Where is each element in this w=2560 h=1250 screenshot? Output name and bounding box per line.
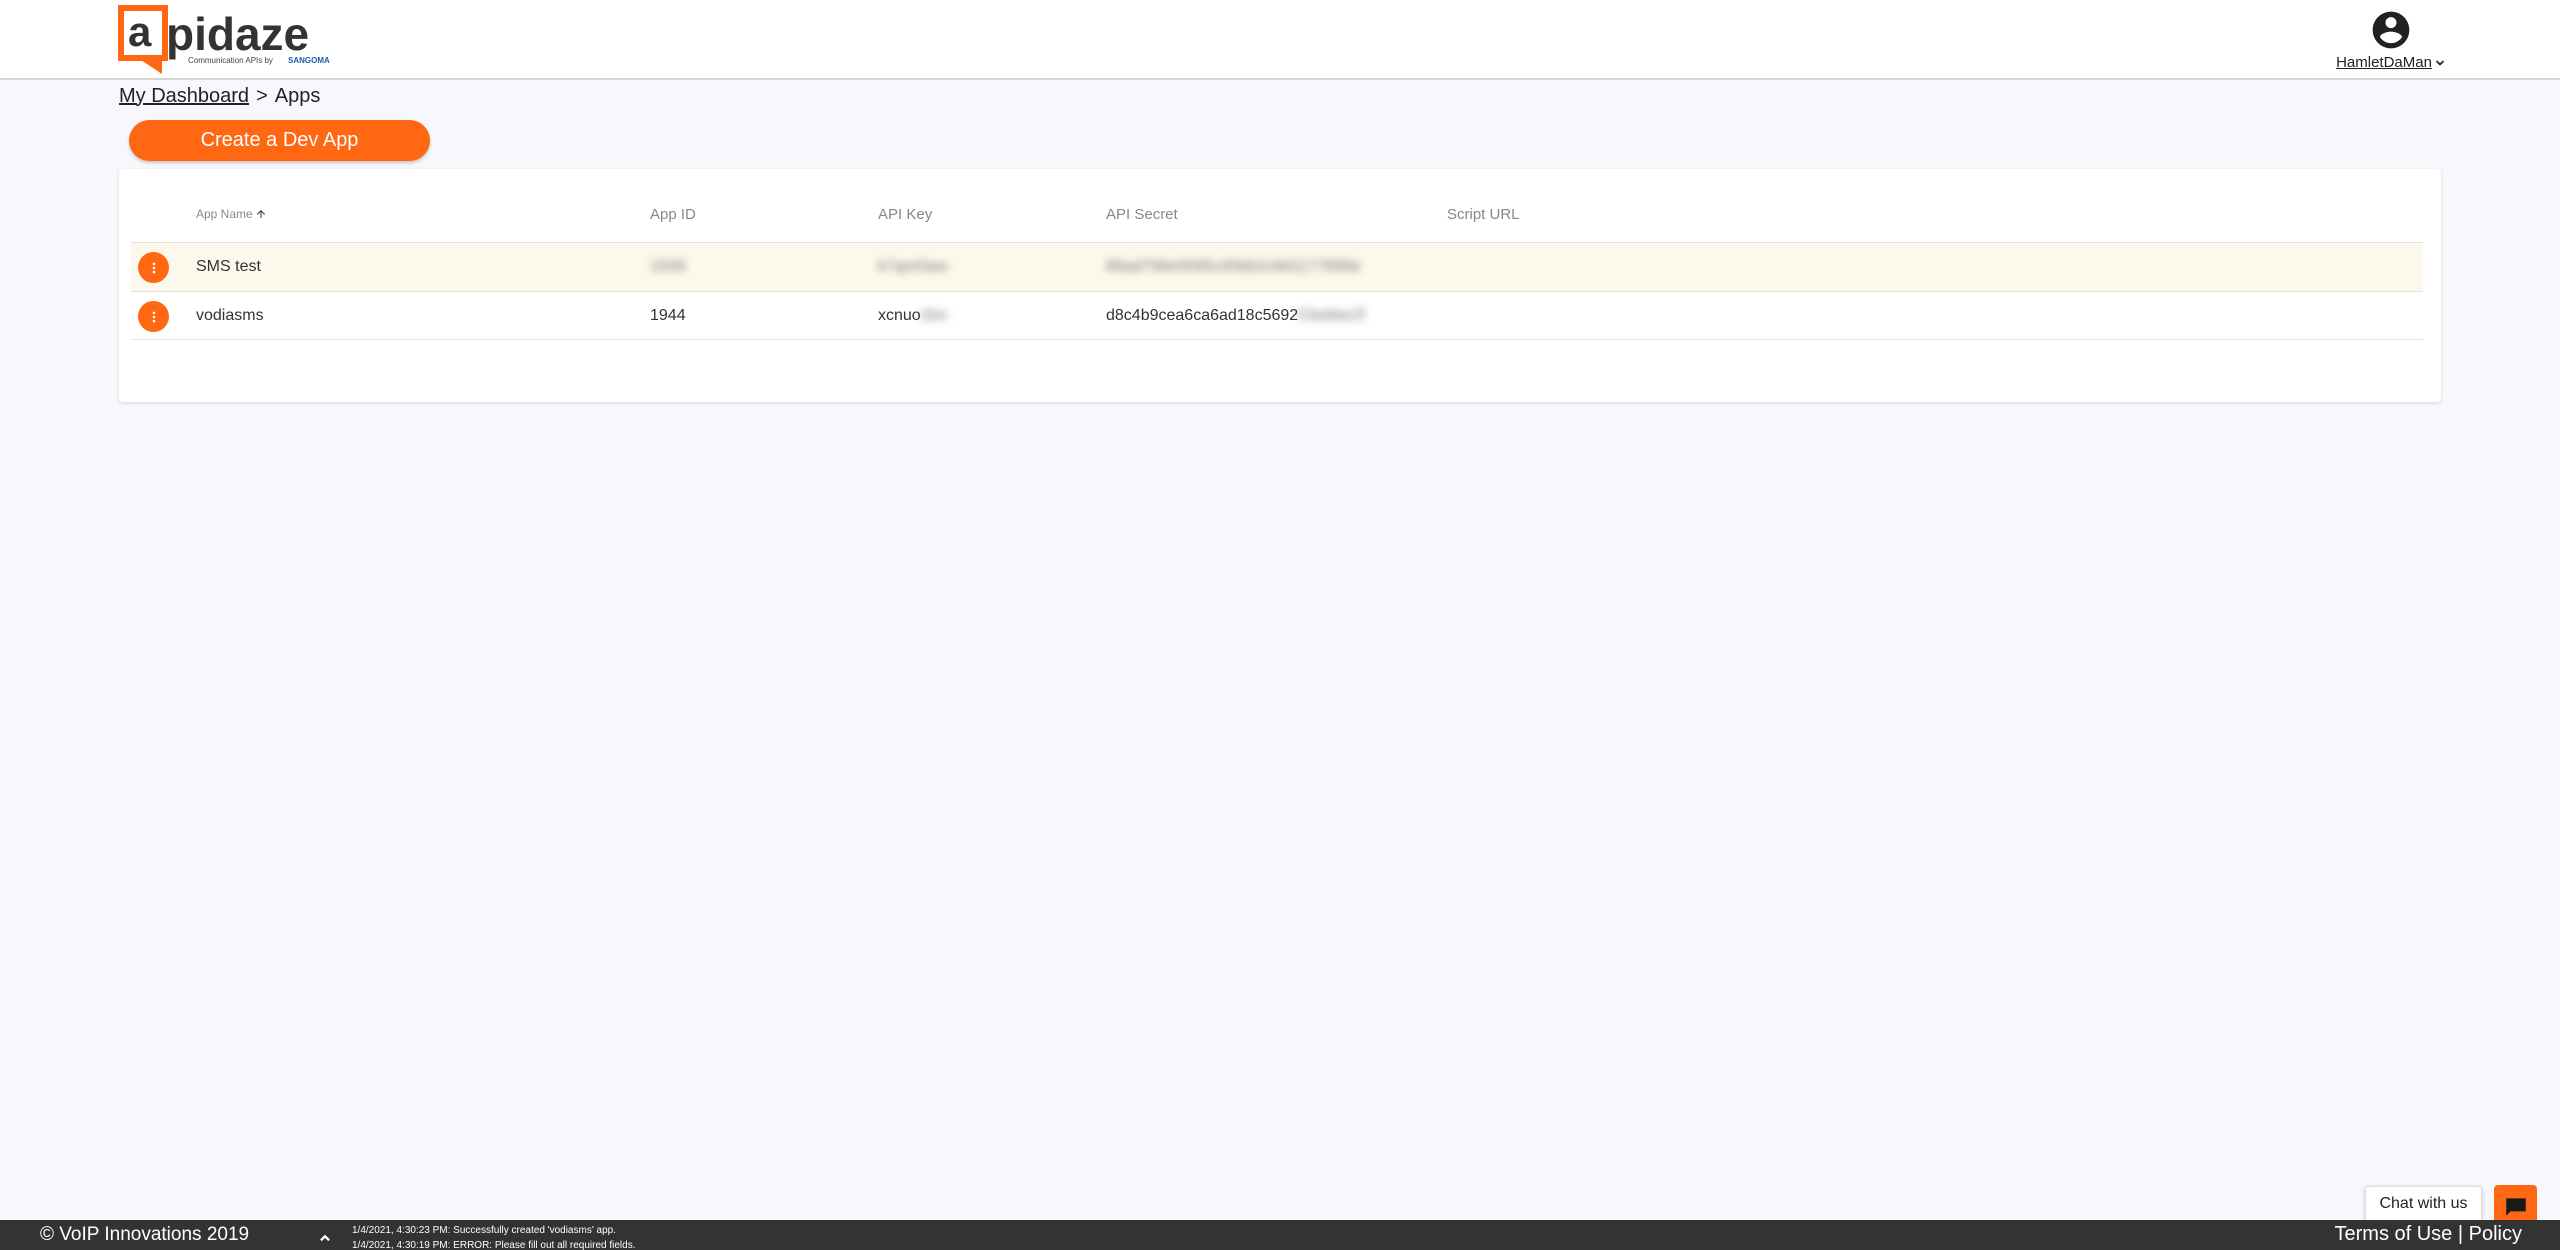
more-vertical-icon [152,311,155,322]
username-link[interactable]: HamletDaMan [2336,54,2432,71]
policy-link[interactable]: Policy [2469,1223,2522,1245]
row-menu-button[interactable] [138,252,169,283]
column-header-app-name[interactable]: App Name [196,204,267,224]
header: a pidaze Communication APIs by SANGOMA H… [0,0,2560,80]
column-header-api-secret[interactable]: API Secret [1106,204,1178,224]
chevron-up-icon [320,1234,330,1242]
log-entry: 1/4/2021, 4:30:23 PM: Successfully creat… [352,1225,616,1236]
terms-of-use-link[interactable]: Terms of Use [2335,1223,2453,1245]
app-name-cell: vodiasms [196,307,264,324]
table-row[interactable]: SMS test 1939 k7qnr0aw 86ad798e5095c45bb… [131,242,2423,291]
chat-bubble-icon [2505,1197,2526,1216]
row-menu-button[interactable] [138,301,169,332]
api-key-visible: xcnuo [878,307,921,324]
table-row[interactable]: vodiasms 1944 xcnuo t3m d8c4b9cea6ca6ad18… [131,291,2423,340]
breadcrumb-dashboard-link[interactable]: My Dashboard [119,85,249,108]
legal-links: Terms of Use | Policy [2335,1223,2523,1246]
svg-text:Communication APIs by: Communication APIs by [188,56,273,65]
api-key-cell: k7qnr0aw [878,258,948,275]
api-key-redacted: t3m [920,307,948,324]
account-circle-icon [2372,11,2410,49]
copyright-text: © VoIP Innovations 2019 [40,1224,250,1245]
app-id-cell: 1944 [650,307,686,324]
column-header-app-name-label: App Name [196,207,253,221]
apps-table: App Name App ID API Key API Secret Scrip… [119,169,2441,402]
footer: © VoIP Innovations 2019 1/4/2021, 4:30:2… [0,1220,2560,1250]
apidaze-logo[interactable]: a pidaze Communication APIs by SANGOMA [118,4,363,76]
breadcrumb-separator: > [256,84,268,107]
api-secret-visible: d8c4b9cea6ca6ad18c5692 [1106,307,1299,324]
log-expand-button[interactable] [314,1229,336,1247]
api-secret-redacted: 53ebbe2f [1298,307,1365,324]
chevron-down-icon[interactable] [2434,57,2446,69]
user-menu[interactable]: HamletDaMan [2336,8,2446,72]
activity-log: 1/4/2021, 4:30:23 PM: Successfully creat… [352,1223,635,1250]
column-header-script-url[interactable]: Script URL [1447,204,1520,224]
create-dev-app-button[interactable]: Create a Dev App [129,120,430,161]
api-secret-cell: d8c4b9cea6ca6ad18c5692 53ebbe2f [1106,292,1365,340]
api-secret-cell: 86ad798e5095c45bb2c8d1177898e [1106,258,1362,275]
column-header-app-id[interactable]: App ID [650,204,696,224]
app-name-cell: SMS test [196,258,261,275]
api-key-cell: xcnuo t3m [878,292,947,340]
log-entry: 1/4/2021, 4:30:19 PM: ERROR: Please fill… [352,1240,636,1250]
breadcrumb-current: Apps [274,84,321,107]
arrow-up-icon [256,210,265,218]
svg-text:SANGOMA: SANGOMA [288,56,330,65]
chat-with-us-label[interactable]: Chat with us [2365,1186,2482,1222]
breadcrumb: My Dashboard > Apps [119,84,320,108]
legal-divider: | [2457,1223,2464,1245]
more-vertical-icon [152,262,155,273]
svg-text:pidaze: pidaze [166,8,309,60]
svg-text:a: a [128,8,152,55]
app-id-cell: 1939 [650,258,686,275]
column-header-api-key[interactable]: API Key [878,204,932,224]
